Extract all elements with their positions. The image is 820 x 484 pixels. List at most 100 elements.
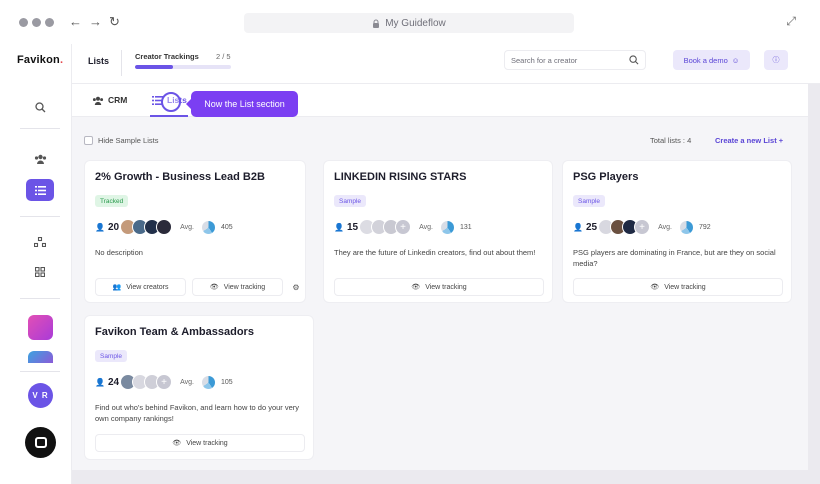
list-card-title: 2% Growth - Business Lead B2B xyxy=(95,171,265,183)
tracking-label: Creator Trackings xyxy=(135,52,199,61)
view-tracking-button[interactable]: 👁 View tracking xyxy=(95,434,305,452)
address-bar-title: My Guideflow xyxy=(385,17,446,29)
status-badge: Tracked xyxy=(95,195,129,207)
view-tracking-button[interactable]: 👁 View tracking xyxy=(192,278,283,296)
users-icon: 👥 xyxy=(112,284,122,291)
workspace-tile-icon[interactable] xyxy=(28,315,53,340)
search-icon[interactable] xyxy=(26,96,54,118)
view-tracking-label: View tracking xyxy=(425,283,467,291)
reload-icon[interactable]: ↻ xyxy=(109,14,120,30)
total-lists-count: Total lists : 4 xyxy=(650,136,692,145)
score-pie-icon xyxy=(679,220,693,234)
users-icon[interactable] xyxy=(26,148,54,170)
window-close-dot[interactable] xyxy=(19,18,28,27)
list-card-description: Find out who's behind Favikon, and learn… xyxy=(95,403,300,423)
guide-tooltip: Now the List section xyxy=(186,91,298,117)
view-tracking-label: View tracking xyxy=(664,283,706,291)
favikon-logo[interactable]: Favikon. xyxy=(17,54,63,66)
sidebar: Favikon. V R xyxy=(0,44,72,484)
creator-avatar xyxy=(156,219,173,235)
gear-icon[interactable]: ⚙ xyxy=(289,278,303,296)
tracking-progress-bar xyxy=(135,65,231,69)
user-avatar[interactable]: V R xyxy=(28,383,53,408)
avg-label: Avg. xyxy=(180,223,194,231)
page-title: Lists xyxy=(88,56,110,66)
more-avatars-icon: + xyxy=(156,374,173,390)
avg-label: Avg. xyxy=(658,223,672,231)
help-button[interactable]: ⓘ xyxy=(764,50,788,70)
avg-value: 405 xyxy=(220,223,233,231)
hierarchy-icon[interactable] xyxy=(26,231,54,253)
avg-label: Avg. xyxy=(180,378,194,386)
view-tracking-label: View tracking xyxy=(186,439,228,447)
list-card-description: PSG players are dominating in France, bu… xyxy=(573,248,776,268)
view-tracking-button[interactable]: 👁 View tracking xyxy=(334,278,544,296)
top-bar: Lists Creator Trackings 2 / 5 Search for… xyxy=(72,44,820,84)
hide-samples-checkbox[interactable] xyxy=(84,136,93,145)
view-tracking-button[interactable]: 👁 View tracking xyxy=(573,278,783,296)
browser-toolbar: ← → ↻ My Guideflow ⤢ xyxy=(0,0,820,44)
list-card[interactable]: PSG Players Sample 👤 25 + Avg. 792 PSG p… xyxy=(562,160,792,303)
avg-value: 105 xyxy=(220,378,233,386)
main-content: CRM Lists Now the List section Hide Samp… xyxy=(72,84,808,470)
address-bar[interactable]: My Guideflow xyxy=(244,13,574,33)
eye-icon: 👁 xyxy=(411,284,421,291)
view-creators-button[interactable]: 👥 View creators xyxy=(95,278,186,296)
eye-icon: 👁 xyxy=(209,284,219,291)
hide-samples-label: Hide Sample Lists xyxy=(98,136,159,145)
status-badge: Sample xyxy=(573,195,606,207)
list-stats: 👤 25 + Avg. 792 xyxy=(573,217,711,237)
creator-search-input[interactable]: Search for a creator xyxy=(504,50,646,70)
search-icon xyxy=(629,55,639,65)
score-pie-icon xyxy=(440,220,454,234)
person-icon: 👤 xyxy=(334,222,344,232)
person-icon: 👤 xyxy=(95,222,105,232)
creator-count: 15 xyxy=(346,221,359,233)
tab-crm-label: CRM xyxy=(108,95,128,105)
hide-samples-toggle[interactable]: Hide Sample Lists xyxy=(84,136,158,145)
lists-icon[interactable] xyxy=(26,179,54,201)
more-avatars-icon: + xyxy=(395,219,412,235)
chat-icon[interactable] xyxy=(25,427,56,458)
avg-value: 131 xyxy=(459,223,472,231)
creator-count: 25 xyxy=(585,221,598,233)
smile-icon: ☺ xyxy=(731,55,740,65)
forward-arrow-icon[interactable]: → xyxy=(89,14,102,30)
list-card-description: They are the future of Linkedin creators… xyxy=(334,248,536,257)
lock-icon xyxy=(373,19,380,28)
list-stats: 👤 15 + Avg. 131 xyxy=(334,217,472,237)
eye-icon: 👁 xyxy=(172,440,182,447)
tracking-progress-fill xyxy=(135,65,174,69)
tab-crm[interactable]: CRM xyxy=(92,95,127,105)
list-card-description: No description xyxy=(95,248,143,257)
topbar-divider xyxy=(121,50,122,76)
avg-label: Avg. xyxy=(419,223,433,231)
tab-bar: CRM Lists Now the List section xyxy=(72,84,808,117)
back-arrow-icon[interactable]: ← xyxy=(69,14,82,30)
list-card[interactable]: Favikon Team & Ambassadors Sample 👤 24 +… xyxy=(84,315,314,460)
window-zoom-dot[interactable] xyxy=(45,18,54,27)
create-list-button[interactable]: Create a new List + xyxy=(715,136,783,145)
person-icon: 👤 xyxy=(95,377,105,387)
more-avatars-icon: + xyxy=(634,219,651,235)
avg-value: 792 xyxy=(698,223,711,231)
view-tracking-label: View tracking xyxy=(223,283,266,291)
grid-icon[interactable] xyxy=(26,261,54,283)
sidebar-divider xyxy=(20,298,60,299)
book-demo-button[interactable]: Book a demo ☺ xyxy=(673,50,750,70)
users-icon xyxy=(92,96,104,105)
eye-icon: 👁 xyxy=(650,284,660,291)
list-card[interactable]: LINKEDIN RISING STARS Sample 👤 15 + Avg.… xyxy=(323,160,553,303)
window-minimize-dot[interactable] xyxy=(32,18,41,27)
sidebar-divider xyxy=(20,371,60,372)
search-placeholder: Search for a creator xyxy=(511,55,578,65)
list-card-title: PSG Players xyxy=(573,171,639,183)
active-tab-indicator xyxy=(150,115,188,117)
sidebar-divider xyxy=(20,216,60,217)
workspace-tile-icon[interactable] xyxy=(28,351,53,363)
creator-count: 20 xyxy=(107,221,120,233)
list-card[interactable]: 2% Growth - Business Lead B2B Tracked 👤 … xyxy=(84,160,306,303)
score-pie-icon xyxy=(201,220,215,234)
cursor-highlight xyxy=(161,92,181,112)
expand-icon[interactable]: ⤢ xyxy=(786,14,796,29)
